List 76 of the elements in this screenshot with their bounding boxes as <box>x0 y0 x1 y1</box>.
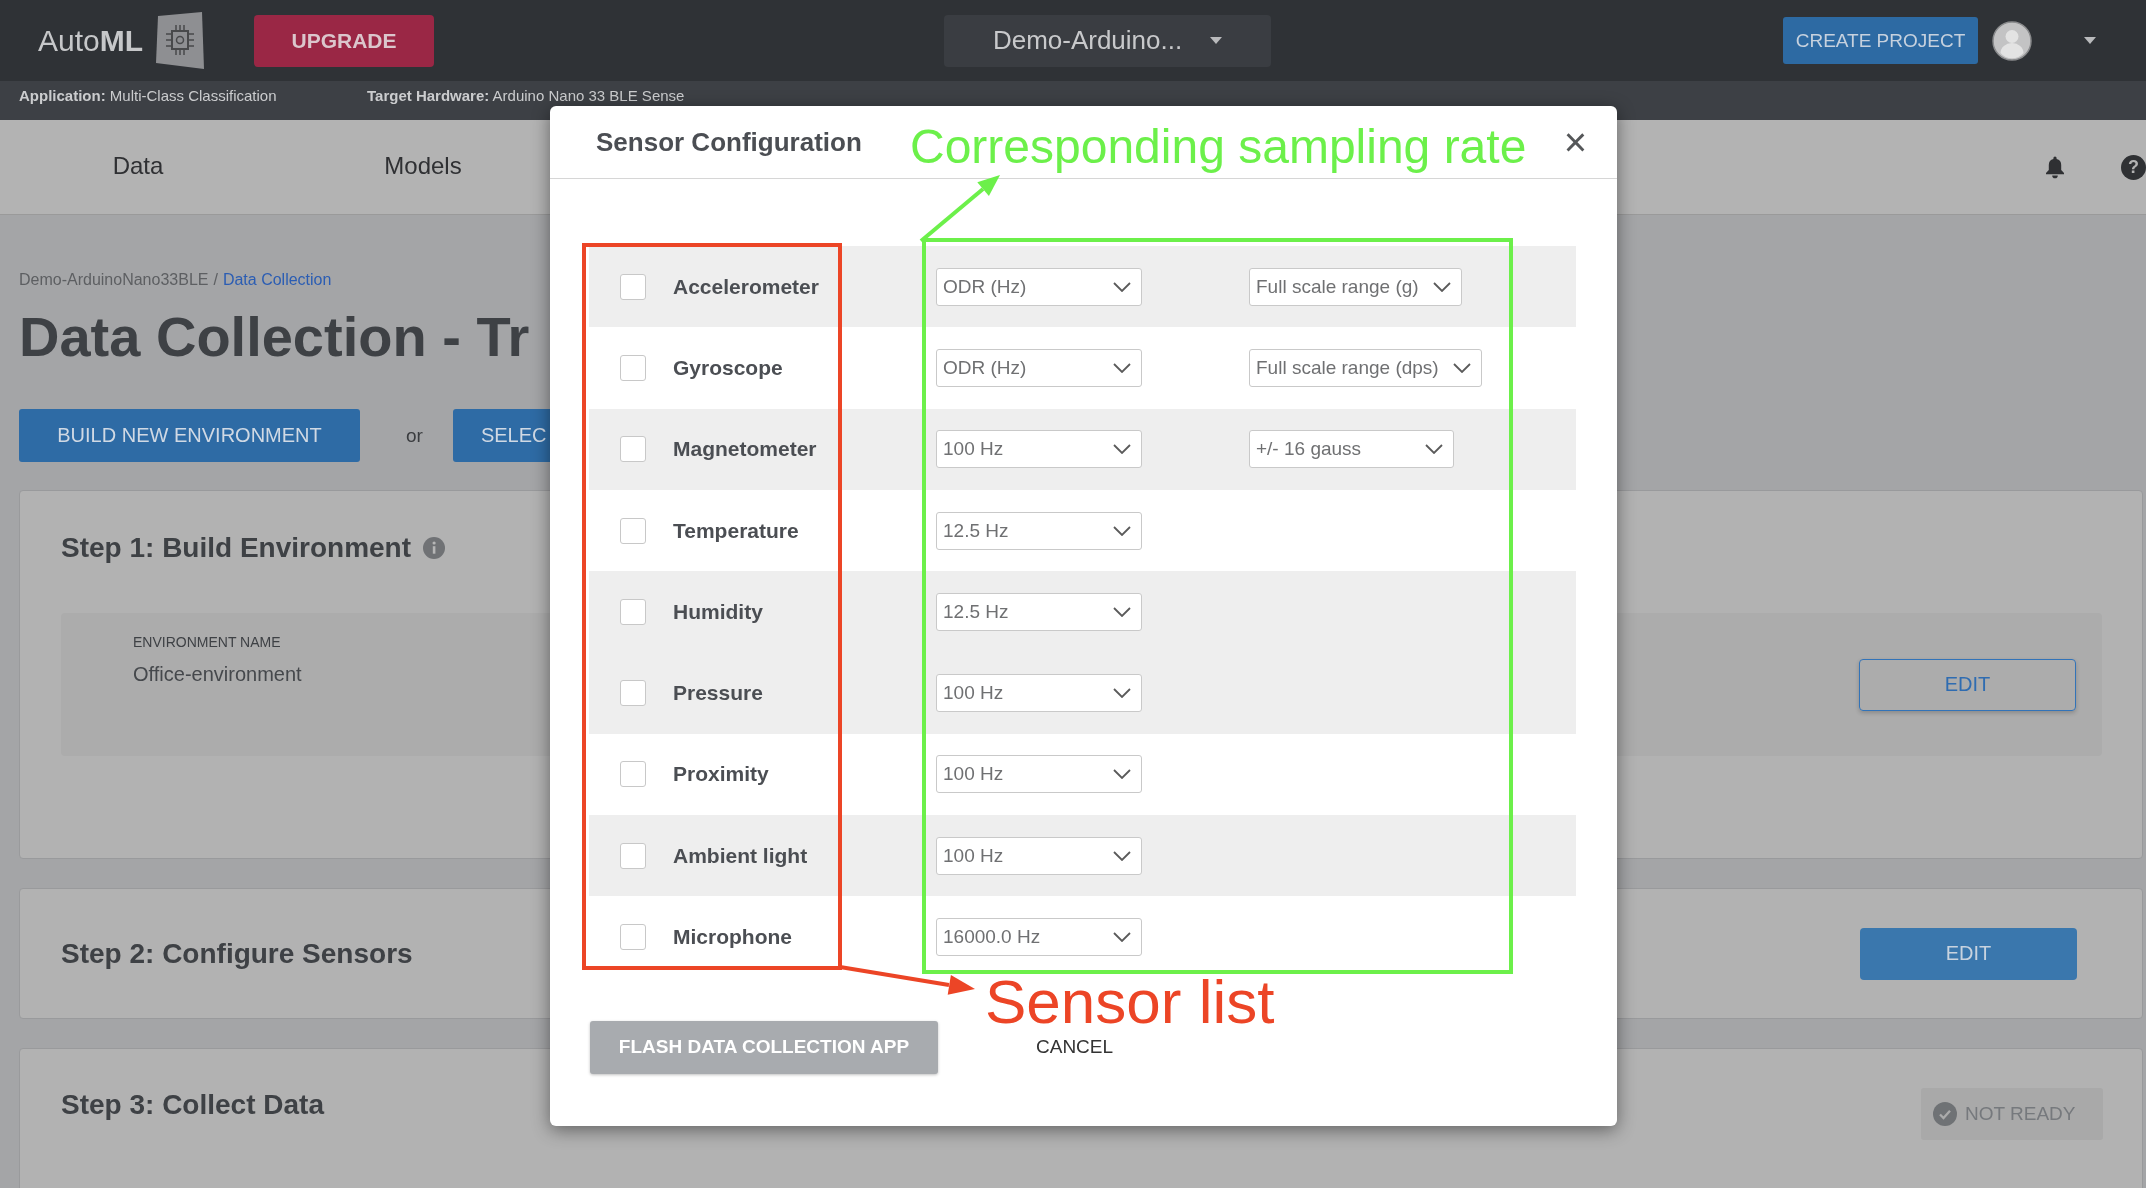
step-title: Step 1: Build Environment <box>61 531 412 566</box>
chip-icon <box>155 11 206 70</box>
build-environment-button[interactable]: BUILD NEW ENVIRONMENT <box>19 409 360 463</box>
chevron-down-icon <box>1113 444 1131 455</box>
sensor-label: Temperature <box>673 518 800 543</box>
checkbox[interactable] <box>620 273 646 300</box>
checkbox[interactable] <box>620 761 646 788</box>
chevron-down-icon <box>1425 444 1443 455</box>
sensor-label: Microphone <box>673 925 793 949</box>
nav-tab[interactable]: Models <box>313 137 533 197</box>
checkbox[interactable] <box>620 598 646 625</box>
step-title: Step 2: Configure Sensors <box>61 936 413 971</box>
dropdown-select[interactable]: 100 Hz <box>936 430 1142 469</box>
chevron-down-icon <box>1452 362 1471 373</box>
check-circle-icon <box>1933 1102 1957 1127</box>
dropdown-select[interactable]: ODR (Hz) <box>936 348 1142 387</box>
dropdown-select[interactable]: Full scale range (dps) <box>1249 348 1482 387</box>
checkbox[interactable] <box>620 436 646 463</box>
field-label: ENVIRONMENT NAME <box>133 634 282 651</box>
chevron-down-icon <box>1113 525 1131 536</box>
step-title: Step 3: Collect Data <box>61 1088 324 1123</box>
chevron-down-icon <box>1113 281 1131 292</box>
checkbox[interactable] <box>620 680 646 707</box>
dropdown-select[interactable]: 100 Hz <box>936 755 1142 794</box>
sensor-label: Gyroscope <box>673 355 784 380</box>
dropdown-select[interactable]: 12.5 Hz <box>936 592 1142 631</box>
create-project-button[interactable]: CREATE PROJECT <box>1783 17 1978 64</box>
annotation-text: Sensor list <box>985 974 1275 1030</box>
chevron-down-icon <box>1113 850 1131 861</box>
sensor-label: Proximity <box>673 762 770 787</box>
checkbox[interactable] <box>620 354 646 381</box>
checkbox[interactable] <box>620 924 646 950</box>
project-dropdown[interactable]: Demo-Arduino... <box>944 14 1272 67</box>
dropdown-select[interactable]: 100 Hz <box>936 836 1142 875</box>
breadcrumb-separator: / <box>213 271 218 289</box>
info-icon[interactable] <box>423 537 446 560</box>
chevron-down-icon <box>1113 688 1131 699</box>
dropdown-select[interactable]: 16000.0 Hz <box>936 918 1142 956</box>
cancel-button[interactable]: CANCEL <box>1036 1036 1114 1059</box>
or-text: or <box>406 424 423 447</box>
avatar-icon[interactable] <box>1992 20 2032 61</box>
dropdown-select[interactable]: +/- 16 gauss <box>1249 430 1454 469</box>
bell-icon[interactable] <box>2044 155 2066 179</box>
sensor-label: Pressure <box>673 681 764 706</box>
sensor-label: Ambient light <box>673 843 809 868</box>
caret-icon <box>1210 37 1223 44</box>
page-title: Data Collection - Tr <box>19 305 530 370</box>
annotation-text: Corresponding sampling rate <box>910 119 1527 175</box>
dropdown-select[interactable]: 100 Hz <box>936 674 1142 713</box>
sensor-label: Magnetometer <box>673 437 818 462</box>
chevron-down-icon <box>1113 362 1131 373</box>
info-text: Target Hardware: Arduino Nano 33 BLE Sense <box>367 87 686 106</box>
chevron-down-icon <box>1113 932 1131 942</box>
checkbox[interactable] <box>620 517 646 544</box>
breadcrumb-link[interactable]: Data Collection <box>222 271 332 289</box>
sensor-label: Accelerometer <box>673 274 820 299</box>
chevron-down-icon <box>1113 769 1131 780</box>
upgrade-button[interactable]: UPGRADE <box>254 14 435 67</box>
chevron-down-icon <box>1432 281 1451 292</box>
nav-tab[interactable]: Data <box>28 137 248 197</box>
checkbox[interactable] <box>620 842 646 869</box>
dropdown-select[interactable]: Full scale range (g) <box>1249 267 1462 306</box>
sensor-label: Humidity <box>673 599 764 624</box>
logo-text: AutoML <box>38 23 144 58</box>
modal-title: Sensor Configuration <box>596 126 862 158</box>
close-button[interactable]: × <box>1561 122 1589 162</box>
help-button[interactable]: ? <box>2121 154 2146 180</box>
dropdown-select[interactable]: 12.5 Hz <box>936 511 1142 550</box>
breadcrumb-link[interactable]: Demo-ArduinoNano33BLE <box>19 271 209 289</box>
info-text: Application: Multi-Class Classification <box>19 87 278 106</box>
select-environment-button[interactable]: SELEC <box>452 409 550 463</box>
dropdown-select[interactable]: ODR (Hz) <box>936 267 1142 306</box>
caret-icon[interactable] <box>2084 37 2096 44</box>
field-value: Office-environment <box>133 662 302 687</box>
edit-button[interactable]: EDIT <box>1860 927 2077 980</box>
chevron-down-icon <box>1113 606 1131 617</box>
